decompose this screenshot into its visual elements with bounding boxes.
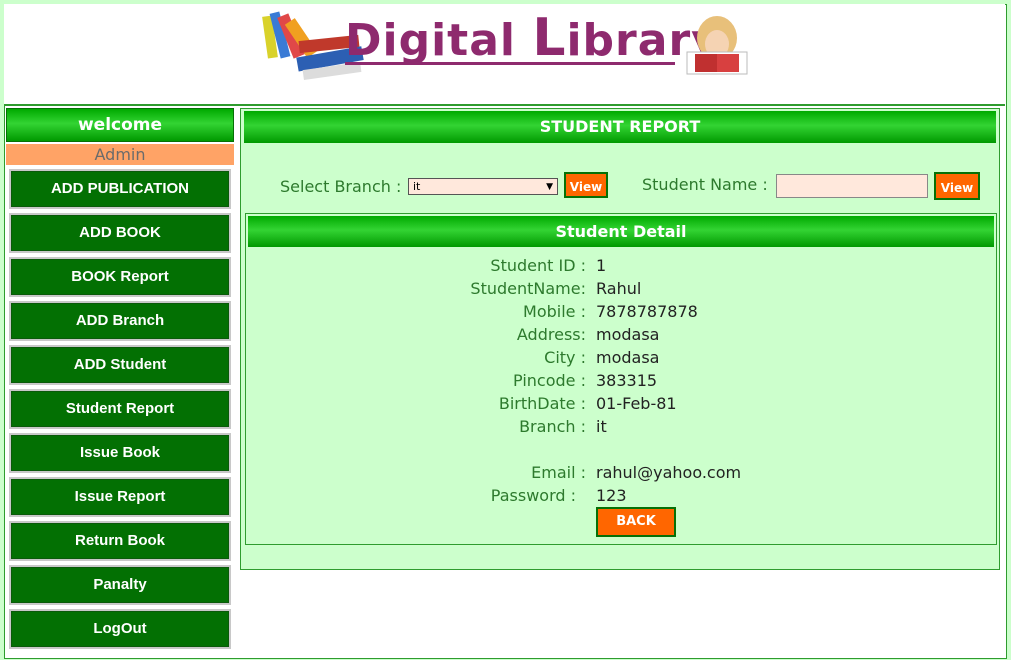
header: Digital Library	[4, 4, 1005, 106]
student-name-input[interactable]	[776, 174, 928, 198]
logo-word-digital: Digital	[345, 15, 516, 66]
field-label: StudentName:	[470, 279, 586, 298]
nav-add-student[interactable]: ADD Student	[9, 345, 231, 385]
detail-row-city: City : modasa	[246, 348, 996, 371]
student-detail-title: Student Detail	[248, 216, 994, 247]
nav-issue-book[interactable]: Issue Book	[9, 433, 231, 473]
branch-select[interactable]: it ▼	[408, 178, 558, 195]
detail-row-pincode: Pincode : 383315	[246, 371, 996, 394]
nav-add-publication[interactable]: ADD PUBLICATION	[9, 169, 231, 209]
field-value: Rahul	[596, 279, 642, 298]
logo-text: Digital Library	[345, 8, 721, 68]
logo-underline	[345, 62, 675, 65]
field-value: modasa	[596, 325, 660, 344]
select-branch-label: Select Branch :	[280, 177, 402, 196]
field-label: Mobile :	[523, 302, 586, 321]
back-button[interactable]: BACK	[596, 507, 676, 537]
branch-select-value: it	[413, 180, 421, 193]
sidebar: welcome Admin ADD PUBLICATION ADD BOOK B…	[6, 108, 234, 649]
sidebar-nav: ADD PUBLICATION ADD BOOK BOOK Report ADD…	[6, 169, 234, 649]
logo-letter-l: L	[532, 8, 567, 68]
user-name: Admin	[6, 144, 234, 165]
field-value: modasa	[596, 348, 660, 367]
nav-panalty[interactable]: Panalty	[9, 565, 231, 605]
view-student-button[interactable]: View	[934, 172, 980, 200]
detail-row-birthdate: BirthDate : 01-Feb-81	[246, 394, 996, 417]
nav-student-report[interactable]: Student Report	[9, 389, 231, 429]
field-label: City :	[544, 348, 586, 367]
student-detail-panel: Student Detail Student ID : 1 StudentNam…	[245, 213, 997, 545]
detail-row-email: Email : rahul@yahoo.com	[246, 463, 996, 486]
field-label: Email :	[531, 463, 586, 482]
logo: Digital Library	[259, 8, 754, 82]
field-label: Branch :	[519, 417, 586, 436]
detail-row-student-id: Student ID : 1	[246, 256, 996, 279]
field-label: Student ID :	[490, 256, 586, 275]
nav-logout[interactable]: LogOut	[9, 609, 231, 649]
field-label: Password :	[490, 486, 576, 505]
field-value: rahul@yahoo.com	[596, 463, 742, 482]
reader-girl-icon	[686, 16, 748, 75]
nav-add-book[interactable]: ADD BOOK	[9, 213, 231, 253]
detail-row-branch: Branch : it	[246, 417, 996, 440]
main-panel: STUDENT REPORT Select Branch : it ▼ View…	[240, 108, 1000, 570]
nav-return-book[interactable]: Return Book	[9, 521, 231, 561]
field-label: Pincode :	[513, 371, 586, 390]
page-title: STUDENT REPORT	[244, 111, 996, 143]
field-value: 01-Feb-81	[596, 394, 677, 413]
field-value: 1	[596, 256, 607, 275]
field-label: Address:	[516, 325, 586, 344]
detail-row-mobile: Mobile : 7878787878	[246, 302, 996, 325]
field-value: 383315	[596, 371, 658, 390]
detail-row-student-name: StudentName: Rahul	[246, 279, 996, 302]
chevron-down-icon: ▼	[546, 182, 553, 192]
nav-issue-report[interactable]: Issue Report	[9, 477, 231, 517]
field-value: 7878787878	[596, 302, 698, 321]
nav-book-report[interactable]: BOOK Report	[9, 257, 231, 297]
detail-row-password: Password : 123	[246, 486, 996, 509]
field-value: it	[596, 417, 607, 436]
field-value: 123	[596, 486, 627, 505]
nav-add-branch[interactable]: ADD Branch	[9, 301, 231, 341]
view-branch-button[interactable]: View	[564, 172, 608, 198]
student-name-label: Student Name :	[642, 175, 768, 194]
detail-row-address: Address: modasa	[246, 325, 996, 348]
welcome-banner: welcome	[6, 108, 234, 142]
field-label: BirthDate :	[498, 394, 586, 413]
